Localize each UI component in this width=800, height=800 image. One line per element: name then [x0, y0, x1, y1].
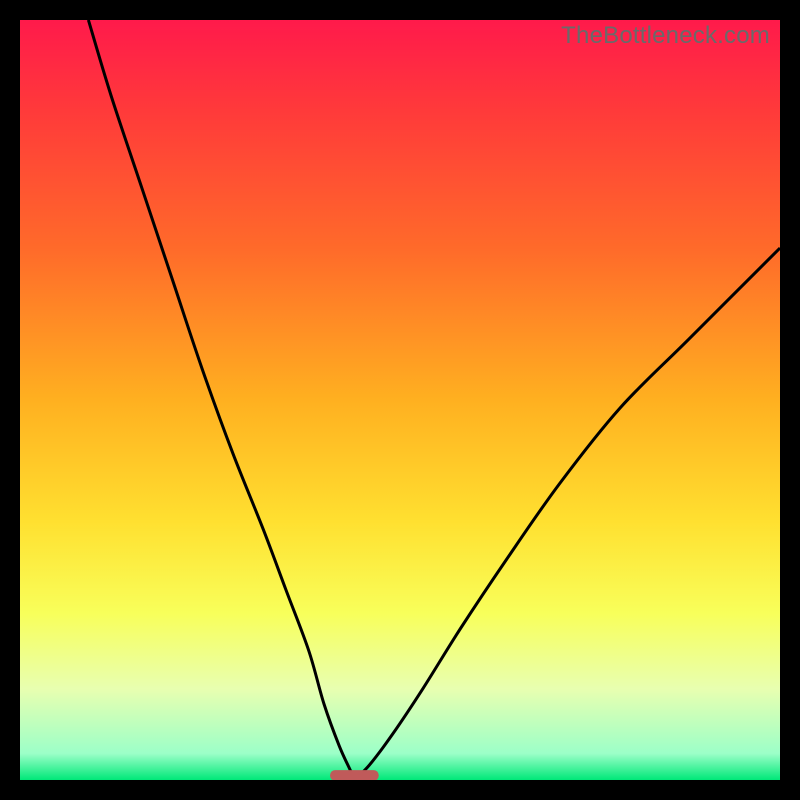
optimum-marker: [330, 770, 379, 780]
watermark-text: TheBottleneck.com: [561, 22, 770, 50]
gradient-background: [20, 20, 780, 780]
bottleneck-chart: [20, 20, 780, 780]
chart-frame: TheBottleneck.com: [20, 20, 780, 780]
